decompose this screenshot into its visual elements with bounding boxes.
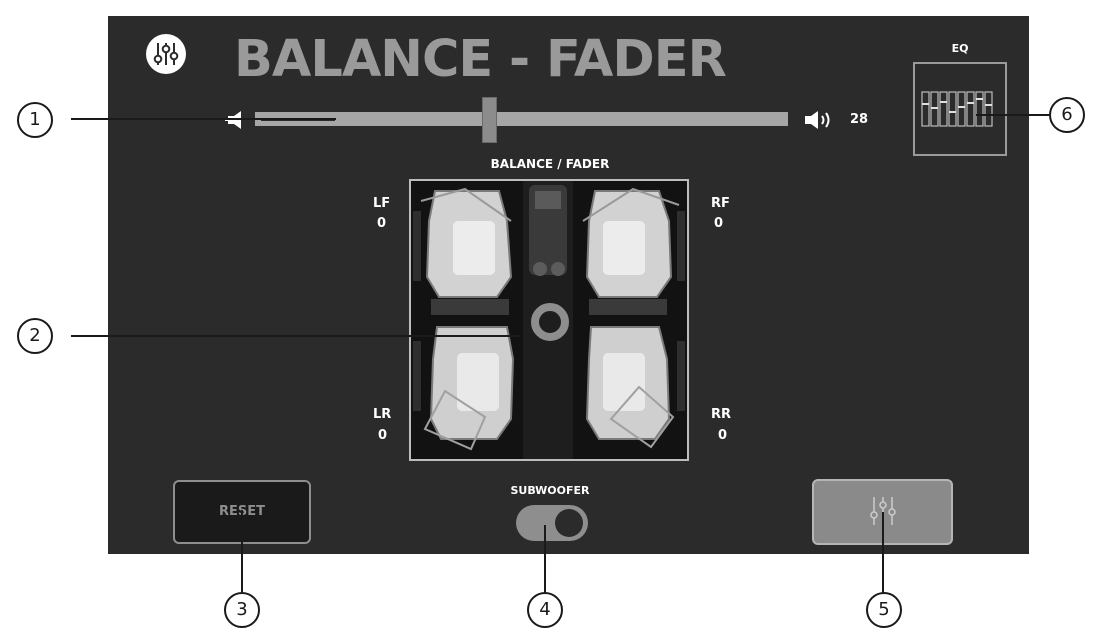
callout-1-leader bbox=[71, 118, 336, 120]
speaker-rr-value: 0 bbox=[718, 428, 728, 443]
eq-label: EQ bbox=[951, 42, 969, 55]
speaker-lf-value: 0 bbox=[377, 216, 387, 231]
callout-3: 3 bbox=[224, 592, 260, 628]
speaker-lf-label: LF bbox=[373, 196, 391, 211]
toggle-knob bbox=[555, 509, 583, 537]
callout-5-leader bbox=[882, 512, 884, 593]
page-title: BALANCE - FADER bbox=[234, 30, 727, 89]
eq-preview-button[interactable] bbox=[913, 62, 1007, 156]
subwoofer-toggle[interactable] bbox=[516, 505, 588, 541]
callout-2-leader bbox=[71, 335, 521, 337]
speaker-high-icon[interactable] bbox=[804, 109, 834, 131]
balance-fader-label: BALANCE / FADER bbox=[490, 157, 610, 171]
sliders-icon bbox=[146, 34, 186, 74]
speaker-lr-label: LR bbox=[373, 407, 392, 422]
callout-5: 5 bbox=[866, 592, 902, 628]
volume-value: 28 bbox=[850, 112, 869, 127]
balance-fader-area[interactable] bbox=[409, 179, 689, 461]
subwoofer-label: SUBWOOFER bbox=[510, 484, 590, 497]
balance-fader-knob[interactable] bbox=[529, 301, 571, 343]
speaker-low-icon[interactable] bbox=[225, 110, 247, 130]
eq-sliders-icon bbox=[921, 90, 1001, 128]
callout-3-leader bbox=[241, 510, 243, 592]
callout-1: 1 bbox=[17, 102, 53, 138]
speaker-rf-value: 0 bbox=[714, 216, 724, 231]
callout-4: 4 bbox=[527, 592, 563, 628]
speaker-lr-value: 0 bbox=[378, 428, 388, 443]
volume-slider-thumb[interactable] bbox=[482, 97, 498, 143]
callout-6-leader bbox=[976, 114, 1049, 116]
speaker-rf-label: RF bbox=[711, 196, 730, 211]
speaker-rr-label: RR bbox=[711, 407, 732, 422]
callout-6: 6 bbox=[1049, 97, 1085, 133]
callout-4-leader bbox=[544, 525, 546, 593]
callout-2: 2 bbox=[17, 318, 53, 354]
